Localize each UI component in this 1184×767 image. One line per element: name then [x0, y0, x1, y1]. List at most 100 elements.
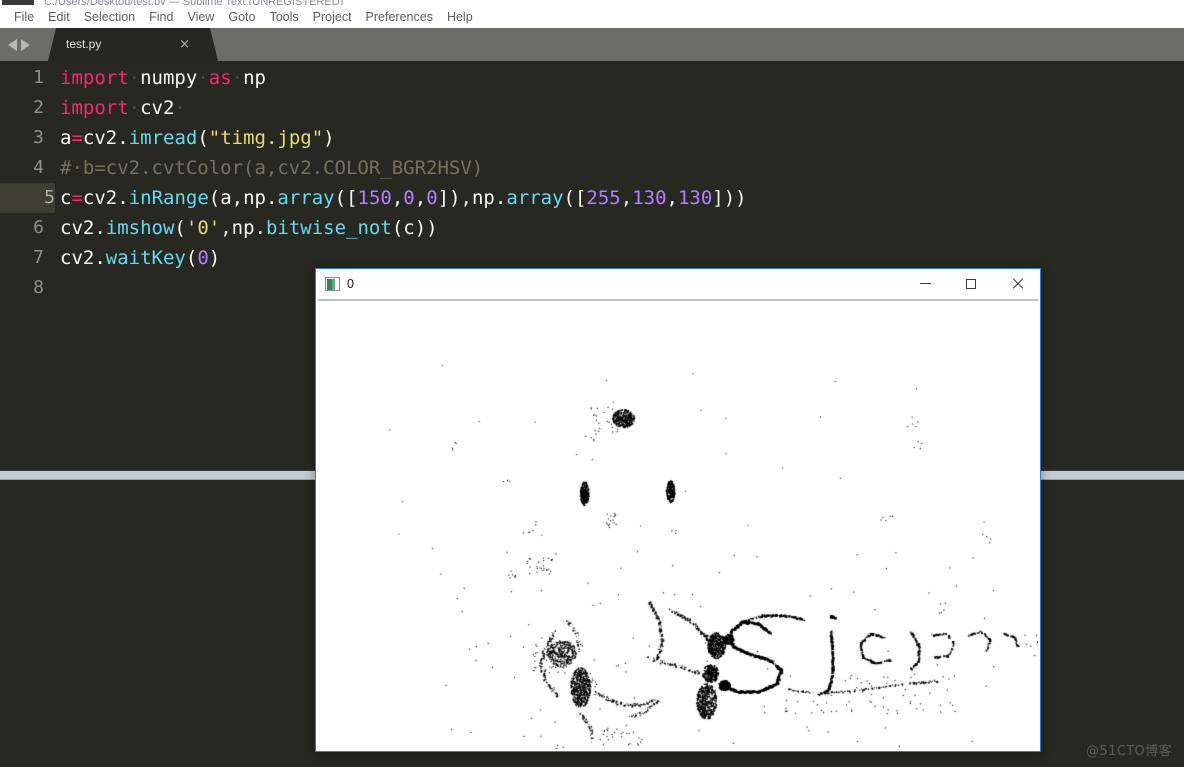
code-token: cv2	[60, 217, 95, 239]
code-token: ·	[197, 67, 209, 89]
code-token: np	[243, 67, 266, 89]
line-number-4: 4	[33, 157, 44, 178]
code-token: '0'	[185, 217, 221, 239]
code-line-6[interactable]: cv2.imshow('0',np.bitwise_not(c))	[60, 213, 438, 243]
code-line-3[interactable]: a=cv2.imread("timg.jpg")	[60, 123, 335, 153]
code-token: .	[494, 187, 507, 209]
code-line-1[interactable]: import·numpy·as·np	[60, 63, 266, 93]
code-token: cv2	[82, 187, 118, 209]
code-token: numpy	[140, 67, 198, 89]
close-icon[interactable]	[994, 269, 1040, 298]
picture-icon	[325, 277, 340, 291]
code-token: ,np	[220, 217, 255, 239]
code-token: 255	[586, 187, 621, 209]
code-token: import	[60, 67, 129, 89]
menu-item-help[interactable]: Help	[440, 6, 480, 28]
menu-item-edit[interactable]: Edit	[41, 6, 77, 28]
line-number-gutter: 1 2 3 4 5 6 7 8	[0, 61, 55, 767]
close-icon[interactable]: ×	[179, 28, 190, 61]
code-token: array	[277, 187, 335, 209]
maximize-icon[interactable]	[948, 269, 994, 298]
image-window-title: 0	[347, 277, 354, 291]
code-token: 150	[357, 187, 392, 209]
triangle-right-icon[interactable]	[21, 38, 30, 51]
tab-nav-arrows	[8, 28, 30, 61]
code-token: .	[94, 217, 106, 239]
line-number-5: 5	[0, 183, 55, 213]
code-token: ,	[391, 187, 404, 209]
code-token: cv2	[82, 127, 118, 149]
code-token: waitKey	[105, 247, 186, 269]
menu-item-project[interactable]: Project	[306, 6, 359, 28]
code-token: import	[60, 97, 129, 119]
binary-mask-image	[318, 301, 1038, 749]
code-token: #·b=cv2.cvtColor(a,cv2.COLOR_BGR2HSV)	[60, 157, 484, 179]
code-token: 0	[426, 187, 438, 209]
code-token: ,	[666, 187, 678, 209]
code-token: 0	[197, 247, 209, 269]
opencv-image-window[interactable]: 0	[315, 268, 1041, 752]
code-token: )	[323, 127, 335, 149]
code-token: ·	[128, 97, 141, 119]
code-token: ·	[128, 67, 141, 89]
line-number-3: 3	[33, 127, 44, 148]
code-token: (c))	[391, 217, 438, 239]
menu-bar: File Edit Selection Find View Goto Tools…	[0, 6, 1184, 28]
code-line-2[interactable]: import·cv2·	[60, 93, 186, 123]
code-token: (a,np	[208, 187, 266, 209]
code-token: array	[506, 187, 564, 209]
menu-item-preferences[interactable]: Preferences	[359, 6, 440, 28]
code-token: =	[71, 127, 83, 149]
menu-item-tools[interactable]: Tools	[262, 6, 305, 28]
code-token: bitwise_not	[265, 217, 392, 239]
watermark: @51CTO博客	[1086, 744, 1172, 759]
line-number-1: 1	[33, 67, 44, 88]
menu-item-find[interactable]: Find	[142, 6, 180, 28]
line-number-7: 7	[33, 247, 44, 268]
image-window-titlebar[interactable]: 0	[316, 269, 1040, 299]
menu-item-file[interactable]: File	[7, 6, 41, 28]
line-number-2: 2	[33, 97, 44, 118]
menu-item-goto[interactable]: Goto	[221, 6, 262, 28]
code-token: 0	[403, 187, 415, 209]
code-token: as	[208, 67, 232, 89]
code-token: ([	[563, 187, 587, 209]
code-line-7[interactable]: cv2.waitKey(0)	[60, 243, 220, 273]
triangle-left-icon[interactable]	[8, 38, 17, 51]
code-token: =	[71, 187, 83, 209]
code-token: ,	[620, 187, 633, 209]
code-line-4[interactable]: #·b=cv2.cvtColor(a,cv2.COLOR_BGR2HSV)	[60, 153, 483, 183]
code-line-5[interactable]: c=cv2.inRange(a,np.array([150,0,0]),np.a…	[60, 183, 747, 213]
code-token: imshow	[105, 217, 175, 239]
code-token: ·	[174, 97, 186, 119]
line-number-8: 8	[33, 277, 44, 298]
tab-test-py[interactable]: test.py ×	[48, 28, 218, 61]
code-token: .	[94, 247, 106, 269]
code-token: .	[254, 217, 266, 239]
os-window-title: C:/Users/Desktop/test.py — Sublime Text …	[44, 0, 1164, 5]
code-token: ]),np	[437, 187, 495, 209]
code-token: a	[60, 127, 72, 149]
menu-item-selection[interactable]: Selection	[77, 6, 142, 28]
code-token: )	[208, 247, 221, 269]
line-number-6: 6	[33, 217, 44, 238]
code-token: .	[117, 187, 129, 209]
code-token: .	[265, 187, 278, 209]
code-token: ·	[231, 67, 244, 89]
menu-item-view[interactable]: View	[180, 6, 221, 28]
code-token: (	[185, 247, 198, 269]
code-token: inRange	[128, 187, 209, 209]
code-token: ]))	[712, 187, 747, 209]
code-token: ,	[414, 187, 427, 209]
tab-label: test.py	[66, 37, 102, 51]
code-token: c	[60, 187, 72, 209]
tab-bar: test.py ×	[0, 28, 1184, 61]
minimize-icon[interactable]	[902, 269, 948, 298]
code-token: .	[117, 127, 129, 149]
code-token: (	[174, 217, 186, 239]
code-token: imread	[128, 127, 198, 149]
code-token: cv2	[140, 97, 175, 119]
image-canvas-container	[318, 301, 1038, 749]
code-token: 130	[632, 187, 667, 209]
code-token: 130	[677, 187, 713, 209]
